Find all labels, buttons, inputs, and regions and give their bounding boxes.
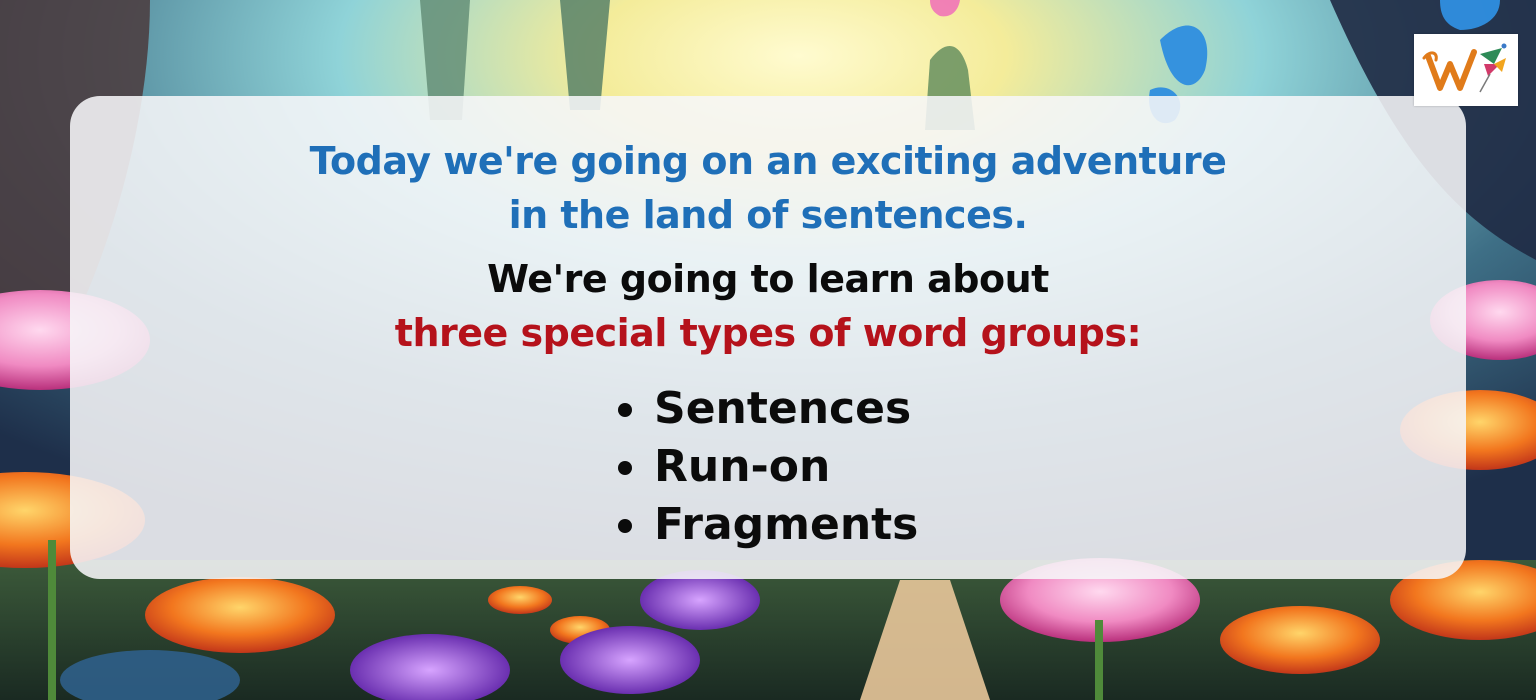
topic-label: Sentences <box>654 383 912 434</box>
intro-line-1: Today we're going on an exciting adventu… <box>309 139 1227 183</box>
topic-label: Fragments <box>654 499 919 550</box>
intro-text: Today we're going on an exciting adventu… <box>70 134 1466 242</box>
brand-logo-icon <box>1414 34 1518 106</box>
topic-label: Run-on <box>654 441 831 492</box>
topic-item-run-on: Run-on <box>618 438 918 496</box>
bullet-icon <box>618 403 632 417</box>
topic-item-sentences: Sentences <box>618 380 918 438</box>
bullet-icon <box>618 461 632 475</box>
lead-text: We're going to learn about three special… <box>70 252 1466 360</box>
intro-line-2: in the land of sentences. <box>508 193 1028 237</box>
bullet-icon <box>618 519 632 533</box>
lead-line-1: We're going to learn about <box>487 257 1049 301</box>
topic-list: Sentences Run-on Fragments <box>618 380 918 554</box>
topic-item-fragments: Fragments <box>618 496 918 554</box>
lead-line-highlight: three special types of word groups: <box>394 311 1142 355</box>
content-card: Today we're going on an exciting adventu… <box>70 96 1466 579</box>
